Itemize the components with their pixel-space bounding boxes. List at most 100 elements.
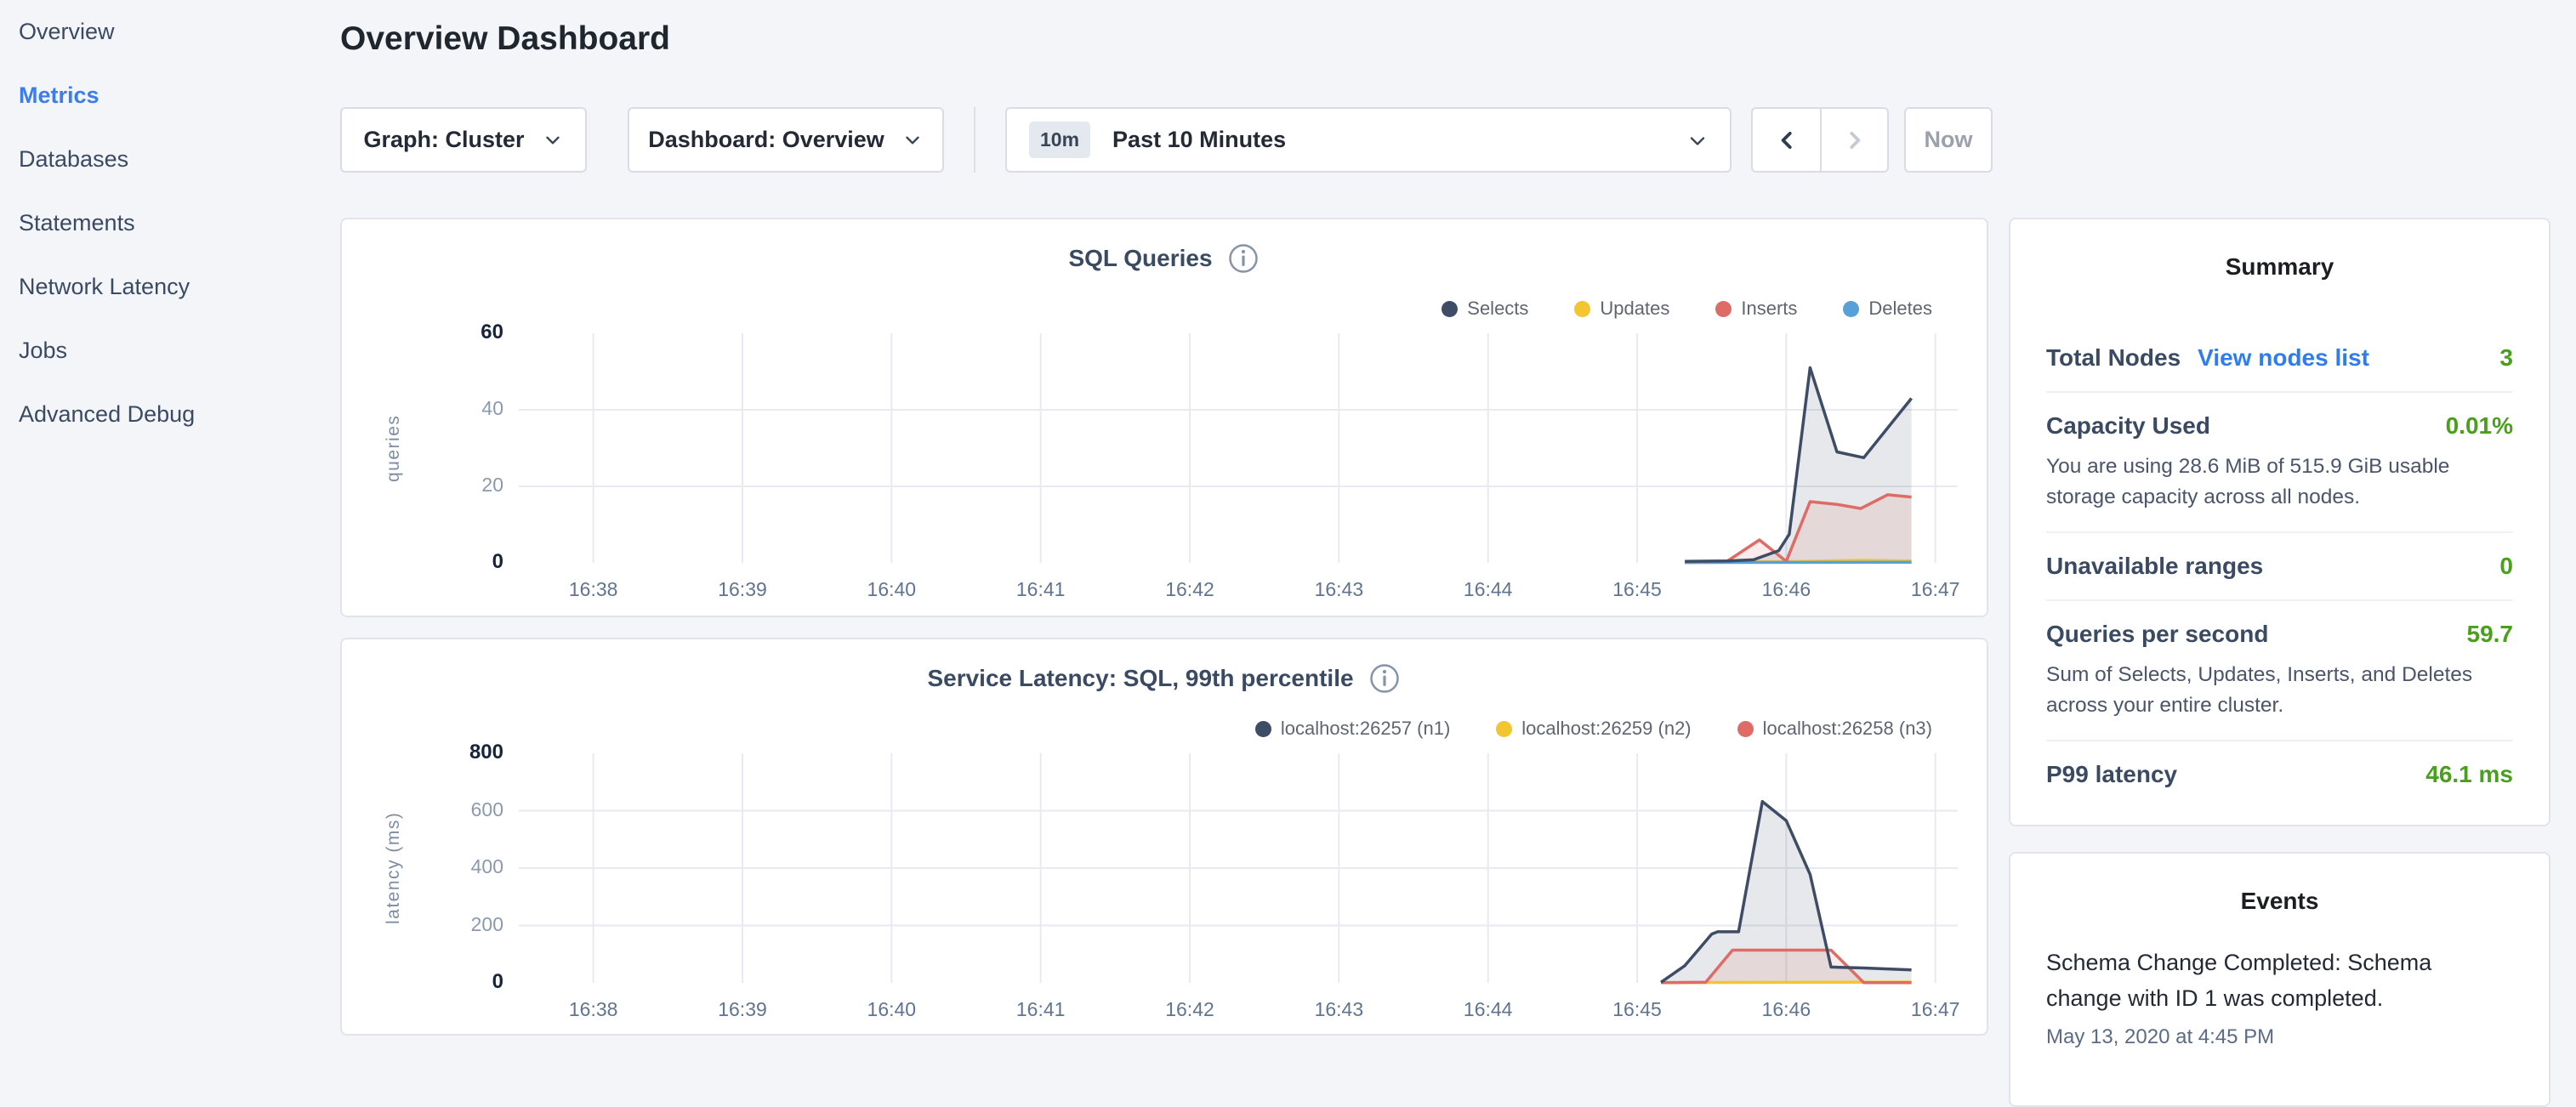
legend-item-selects: Selects — [1442, 298, 1528, 320]
view-nodes-list-link[interactable]: View nodes list — [2198, 344, 2369, 372]
inserts-dot-icon — [1715, 301, 1732, 317]
summary-title: Summary — [2046, 219, 2513, 281]
legend-label: localhost:26259 (n2) — [1521, 718, 1691, 740]
summary-row-head: Unavailable ranges0 — [2046, 553, 2513, 580]
x-tick-label: 16:38 — [543, 578, 645, 601]
info-icon[interactable] — [1226, 241, 1260, 275]
chart-title: SQL Queries — [1068, 245, 1212, 272]
summary-row-value: 3 — [2499, 344, 2513, 372]
controls-divider — [974, 107, 975, 173]
summary-panel: Summary Total NodesView nodes list3Capac… — [2009, 218, 2550, 826]
y-tick-label: 60 — [342, 321, 503, 344]
x-tick-label: 16:41 — [990, 998, 1092, 1021]
updates-dot-icon — [1574, 301, 1590, 317]
x-tick-label: 16:45 — [1586, 998, 1688, 1021]
x-tick-label: 16:42 — [1139, 578, 1241, 601]
time-step-back-button[interactable] — [1753, 109, 1820, 171]
legend-item-deletes: Deletes — [1843, 298, 1932, 320]
legend-label: Inserts — [1741, 298, 1797, 320]
x-tick-label: 16:40 — [840, 578, 942, 601]
sidebar-item-advanced-debug[interactable]: Advanced Debug — [19, 401, 323, 427]
selects-dot-icon — [1442, 301, 1458, 317]
controls-bar: Graph: Cluster Dashboard: Overview 10m P… — [340, 107, 1993, 173]
x-tick-label: 16:44 — [1437, 578, 1539, 601]
summary-row-queries-per-second: Queries per second59.7 Sum of Selects, Up… — [2046, 601, 2513, 741]
legend-item-localhost-26259-n2: localhost:26259 (n2) — [1496, 718, 1691, 740]
chart-plot-area — [519, 753, 1958, 983]
x-tick-label: 16:39 — [691, 578, 793, 601]
summary-row-value: 0 — [2499, 553, 2513, 580]
events-panel: Events Schema Change Completed: Schema c… — [2009, 852, 2550, 1107]
chevron-left-icon — [1774, 128, 1800, 153]
x-tick-label: 16:43 — [1288, 998, 1390, 1021]
sidebar-item-metrics[interactable]: Metrics — [19, 82, 323, 108]
summary-row-value: 46.1 ms — [2425, 761, 2513, 788]
localhost-26258-n3-dot-icon — [1737, 721, 1754, 737]
x-tick-label: 16:44 — [1437, 998, 1539, 1021]
chart-title-row: Service Latency: SQL, 99th percentile — [342, 661, 1987, 695]
legend-label: Updates — [1600, 298, 1669, 320]
summary-row-value: 0.01% — [2446, 412, 2513, 440]
time-window-label: Past 10 Minutes — [1112, 127, 1286, 153]
time-window-badge: 10m — [1029, 122, 1090, 158]
graph-dropdown[interactable]: Graph: Cluster — [340, 107, 587, 173]
x-tick-label: 16:42 — [1139, 998, 1241, 1021]
page-title: Overview Dashboard — [340, 20, 670, 58]
legend-label: Deletes — [1868, 298, 1932, 320]
summary-row-head: Queries per second59.7 — [2046, 621, 2513, 648]
graph-dropdown-label: Graph: Cluster — [363, 127, 524, 153]
summary-rows: Total NodesView nodes list3Capacity Used… — [2046, 325, 2513, 808]
x-tick-label: 16:46 — [1735, 998, 1837, 1021]
summary-row-label: Capacity Used — [2046, 412, 2210, 440]
y-tick-label: 0 — [342, 970, 503, 994]
y-tick-label: 40 — [342, 397, 503, 420]
legend-label: localhost:26258 (n3) — [1763, 718, 1932, 740]
event-item[interactable]: Schema Change Completed: Schema change w… — [2046, 945, 2513, 1049]
x-tick-label: 16:47 — [1885, 998, 1987, 1021]
x-tick-label: 16:40 — [840, 998, 942, 1021]
events-title: Events — [2046, 854, 2513, 915]
sidebar-item-network-latency[interactable]: Network Latency — [19, 274, 323, 299]
time-step-forward-button[interactable] — [1820, 109, 1887, 171]
summary-row-description: You are using 28.6 MiB of 515.9 GiB usab… — [2046, 451, 2513, 512]
time-step-buttons — [1751, 107, 1889, 173]
chevron-down-icon — [1686, 129, 1709, 153]
y-tick-label: 600 — [342, 798, 503, 821]
legend-item-localhost-26258-n3: localhost:26258 (n3) — [1737, 718, 1932, 740]
now-button[interactable]: Now — [1904, 107, 1993, 173]
legend-label: localhost:26257 (n1) — [1281, 718, 1450, 740]
chart-title-row: SQL Queries — [342, 241, 1987, 275]
dashboard-dropdown[interactable]: Dashboard: Overview — [628, 107, 944, 173]
x-tick-label: 16:39 — [691, 998, 793, 1021]
event-timestamp: May 13, 2020 at 4:45 PM — [2046, 1025, 2513, 1049]
summary-row-unavailable-ranges: Unavailable ranges0 — [2046, 533, 2513, 601]
x-tick-label: 16:45 — [1586, 578, 1688, 601]
summary-row-head: Total NodesView nodes list3 — [2046, 344, 2513, 372]
summary-row-description: Sum of Selects, Updates, Inserts, and De… — [2046, 660, 2513, 720]
y-tick-label: 20 — [342, 474, 503, 497]
chart-plot-area — [519, 333, 1958, 563]
legend-item-inserts: Inserts — [1715, 298, 1797, 320]
chart-legend: Selects Updates Inserts Deletes — [1442, 298, 1932, 320]
summary-row-p99-latency: P99 latency46.1 ms — [2046, 741, 2513, 808]
chart-title: Service Latency: SQL, 99th percentile — [927, 665, 1353, 692]
summary-row-head: Capacity Used 0.01% — [2046, 412, 2513, 440]
info-icon[interactable] — [1368, 661, 1402, 695]
y-tick-label: 400 — [342, 855, 503, 878]
dashboard-dropdown-label: Dashboard: Overview — [648, 127, 884, 153]
chevron-right-icon — [1842, 128, 1868, 153]
sql-queries-chart-panel: SQL Queries Selects Updates Inserts Deletes 0… — [340, 218, 1988, 617]
sidebar-item-statements[interactable]: Statements — [19, 210, 323, 236]
time-range-selector[interactable]: 10m Past 10 Minutes — [1005, 107, 1732, 173]
y-tick-label: 0 — [342, 550, 503, 574]
sidebar-item-overview[interactable]: Overview — [19, 19, 323, 44]
chart-legend: localhost:26257 (n1) localhost:26259 (n2)… — [1255, 718, 1932, 740]
chevron-down-icon — [542, 129, 564, 151]
y-tick-label: 200 — [342, 913, 503, 936]
sidebar-item-databases[interactable]: Databases — [19, 146, 323, 172]
y-tick-label: 800 — [342, 741, 503, 764]
y-axis-label: latency (ms) — [379, 753, 408, 983]
sidebar-item-jobs[interactable]: Jobs — [19, 338, 323, 363]
service-latency-chart-panel: Service Latency: SQL, 99th percentile loc… — [340, 638, 1988, 1036]
chevron-down-icon — [901, 129, 924, 151]
